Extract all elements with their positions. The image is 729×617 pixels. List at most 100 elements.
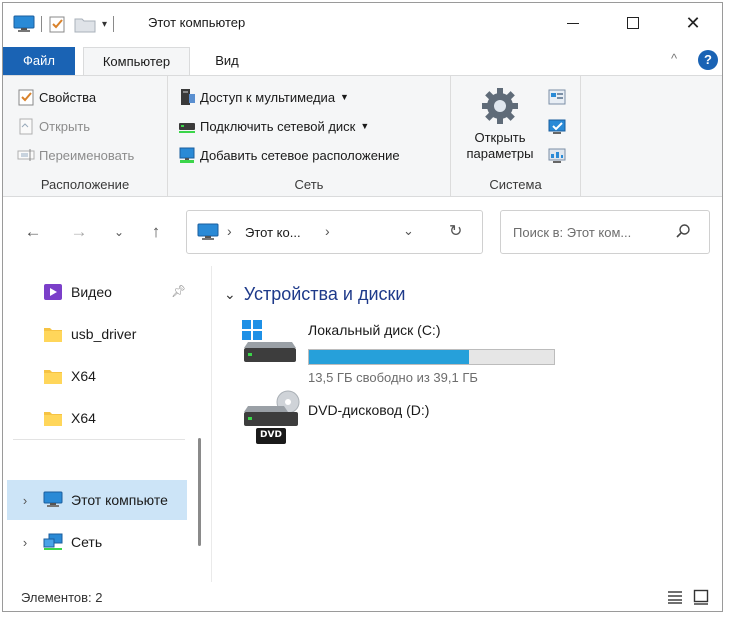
chevron-right-icon[interactable]: › <box>7 493 43 508</box>
breadcrumb-chevron-icon-2[interactable]: › <box>325 223 330 239</box>
drive-c-free-space: 13,5 ГБ свободно из 39,1 ГБ <box>308 370 478 385</box>
nav-item-label: Этот компьюте <box>71 492 168 508</box>
media-server-icon <box>178 88 196 106</box>
uninstall-program-button[interactable] <box>547 88 567 108</box>
folder-icon <box>43 367 63 385</box>
nav-item-network[interactable]: › Сеть <box>7 522 187 562</box>
media-dropdown-icon: ▼ <box>340 92 349 102</box>
nav-item-this-pc[interactable]: › Этот компьюте <box>7 480 187 520</box>
network-location-icon <box>178 146 196 164</box>
network-icon <box>43 533 63 551</box>
search-input[interactable]: Поиск в: Этот ком... <box>513 225 631 240</box>
ribbon: Свойства Открыть Переименовать Расположе… <box>3 75 722 197</box>
dvd-badge: DVD <box>260 430 282 440</box>
group-header-devices[interactable]: ⌄ Устройства и диски <box>224 284 405 305</box>
open-button[interactable]: Открыть <box>17 115 90 137</box>
system-properties-button[interactable] <box>547 117 567 137</box>
properties-check-icon[interactable] <box>48 15 66 33</box>
refresh-icon[interactable]: ↻ <box>449 221 462 241</box>
drive-c-name: Локальный диск (C:) <box>308 322 441 338</box>
rename-button[interactable]: Переименовать <box>17 144 134 166</box>
media-access-button[interactable]: Доступ к мультимедиа ▼ <box>178 86 349 108</box>
minimize-button[interactable] <box>543 3 603 43</box>
search-box[interactable]: Поиск в: Этот ком... <box>500 210 710 254</box>
close-button[interactable]: ✕ <box>663 3 722 43</box>
search-icon <box>675 223 691 242</box>
arrow-right-icon: → <box>70 222 88 241</box>
open-label: Открыть <box>39 118 91 134</box>
help-icon[interactable]: ? <box>698 50 718 70</box>
windows-drive-icon <box>242 320 300 369</box>
folder-icon[interactable] <box>74 15 96 33</box>
tab-view[interactable]: Вид <box>207 47 247 75</box>
content-pane: ⌄ Устройства и диски Локальный диск (C:)… <box>212 266 722 582</box>
nav-item-label: Сеть <box>71 534 103 550</box>
maximize-icon <box>627 17 639 29</box>
drive-c-usage-fill <box>309 350 470 364</box>
collapse-ribbon-icon[interactable]: ^ <box>671 51 677 66</box>
address-computer-icon <box>197 223 219 244</box>
qa-separator <box>41 16 42 32</box>
large-icons-view-icon[interactable] <box>693 589 709 605</box>
details-view-icon[interactable] <box>667 590 683 604</box>
pin-icon[interactable]: 📌︎ <box>171 284 186 298</box>
customize-dropdown-icon[interactable]: ▾ <box>102 19 107 30</box>
tab-file[interactable]: Файл <box>3 47 75 75</box>
drive-c[interactable]: Локальный диск (C:) 13,5 ГБ свободно из … <box>242 320 562 385</box>
gear-icon <box>480 86 520 126</box>
open-settings-button[interactable]: Открыть параметры <box>459 84 541 166</box>
address-history-dropdown-icon[interactable]: ⌄ <box>403 223 414 239</box>
group-system-label: Система <box>489 177 542 192</box>
maximize-button[interactable] <box>603 3 663 43</box>
breadcrumb-this-pc[interactable]: Этот ко... <box>245 225 301 240</box>
group-network-label: Сеть <box>294 177 324 192</box>
ribbon-tabs: Файл Компьютер Вид <box>3 47 722 75</box>
folder-icon <box>43 409 63 427</box>
address-row: ← → ⌄ ↑ › Этот ко... › ⌄ ↻ Поиск в: Этот… <box>3 198 722 266</box>
nav-item-x64-1[interactable]: X64 <box>7 356 187 396</box>
computer-icon[interactable] <box>13 15 35 33</box>
items-count: Элементов: 2 <box>21 590 103 605</box>
add-network-location-button[interactable]: Добавить сетевое расположение <box>178 144 400 166</box>
arrow-left-icon: ← <box>24 222 42 241</box>
drive-d-name: DVD-дисковод (D:) <box>308 402 430 418</box>
map-drive-button[interactable]: Подключить сетевой диск ▼ <box>178 115 369 137</box>
minimize-icon <box>567 22 579 24</box>
breadcrumb-chevron-icon: › <box>227 223 232 239</box>
up-button[interactable]: ↑ <box>144 220 168 244</box>
window-title: Этот компьютер <box>148 15 246 30</box>
group-title: Устройства и диски <box>243 284 406 304</box>
manage-button[interactable] <box>547 146 567 166</box>
nav-item-video[interactable]: Видео 📌︎ <box>7 272 187 312</box>
title-bar: ▾ Этот компьютер ✕ <box>3 3 722 43</box>
chevron-down-icon: ⌄ <box>224 286 236 302</box>
nav-scrollbar[interactable] <box>198 438 201 546</box>
programs-icon <box>547 89 567 111</box>
manage-computer-icon <box>547 148 567 169</box>
chevron-right-icon[interactable]: › <box>7 535 43 550</box>
group-system: Открыть параметры Система <box>451 76 581 196</box>
tab-computer[interactable]: Компьютер <box>83 47 190 75</box>
properties-label: Свойства <box>39 89 97 105</box>
group-network: Доступ к мультимедиа ▼ Подключить сетево… <box>168 76 451 196</box>
group-location-label: Расположение <box>40 177 130 192</box>
map-drive-dropdown-icon: ▼ <box>360 121 370 131</box>
status-bar: Элементов: 2 <box>3 582 722 611</box>
back-button[interactable]: ← <box>21 220 45 244</box>
nav-item-usb-driver[interactable]: usb_driver <box>7 314 187 354</box>
address-bar[interactable]: › Этот ко... › ⌄ ↻ <box>186 210 483 254</box>
arrow-up-icon: ↑ <box>151 222 161 241</box>
nav-item-x64-2[interactable]: X64 <box>7 398 187 438</box>
properties-icon <box>17 88 35 106</box>
navigation-pane: Видео 📌︎ usb_driver X64 X64 › Этот компь… <box>3 266 211 582</box>
open-icon <box>17 117 35 135</box>
recent-locations-button[interactable]: ⌄ <box>107 220 131 244</box>
forward-button[interactable]: → <box>67 220 91 244</box>
chevron-down-icon: ⌄ <box>113 225 125 239</box>
group-location: Свойства Открыть Переименовать Расположе… <box>3 76 168 196</box>
drive-d[interactable]: DVD DVD-дисковод (D:) <box>242 390 562 450</box>
nav-separator <box>13 439 185 440</box>
add-network-location-label: Добавить сетевое расположение <box>200 147 400 163</box>
folder-icon <box>43 325 63 343</box>
properties-button[interactable]: Свойства <box>17 86 96 108</box>
